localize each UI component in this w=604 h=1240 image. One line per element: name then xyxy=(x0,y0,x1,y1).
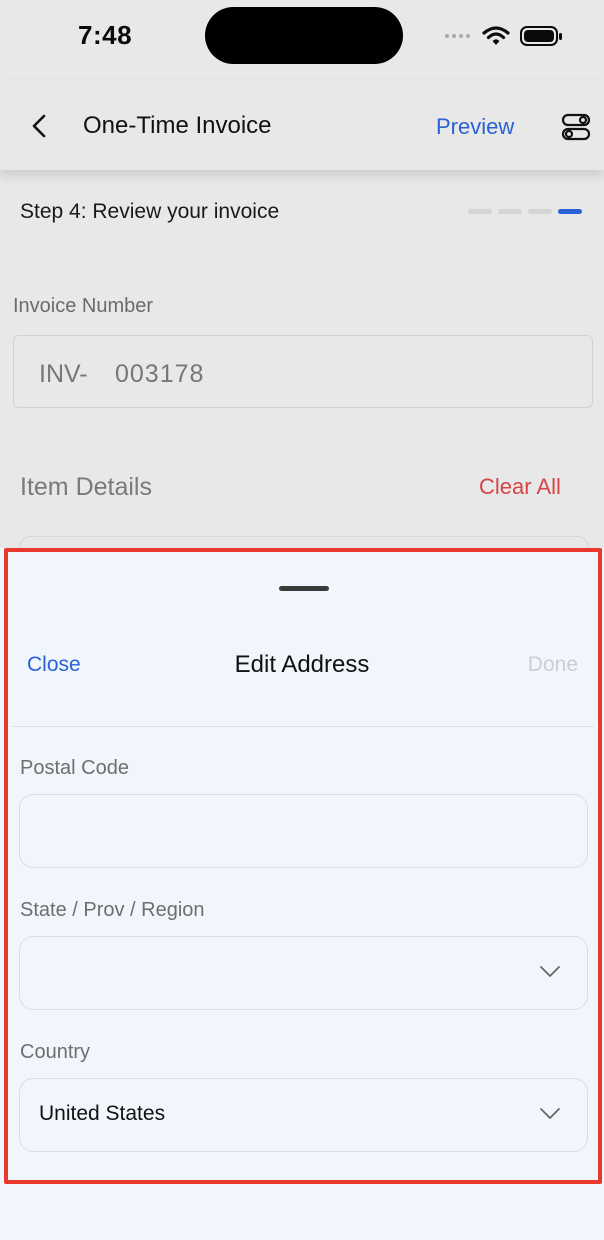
invoice-number-value: 003178 xyxy=(115,360,205,388)
step-indicator: Step 4: Review your invoice xyxy=(20,200,584,228)
step-dot xyxy=(468,209,492,214)
sheet-header: Close Edit Address Done xyxy=(0,636,604,696)
invoice-prefix: INV- xyxy=(39,360,88,388)
step-dot xyxy=(498,209,522,214)
clear-all-button[interactable]: Clear All xyxy=(479,474,561,500)
sheet-drag-handle[interactable] xyxy=(279,586,329,591)
country-select[interactable]: United States xyxy=(19,1078,588,1152)
back-icon[interactable] xyxy=(26,112,52,140)
divider xyxy=(12,726,594,727)
page-title: One-Time Invoice xyxy=(83,112,272,139)
step-dot xyxy=(528,209,552,214)
chevron-down-icon xyxy=(540,966,560,977)
status-bar: 7:48 xyxy=(0,0,604,80)
toggles-icon[interactable] xyxy=(561,112,591,142)
step-dot-active xyxy=(558,209,582,214)
nav-header: One-Time Invoice Preview xyxy=(0,80,604,170)
sheet-title: Edit Address xyxy=(234,651,370,678)
state-select[interactable] xyxy=(19,936,588,1010)
state-label: State / Prov / Region xyxy=(20,899,205,921)
step-label: Step 4: Review your invoice xyxy=(20,200,280,223)
country-value: United States xyxy=(39,1102,166,1125)
status-indicators xyxy=(445,24,564,48)
invoice-number-field[interactable]: INV- 003178 xyxy=(13,335,593,408)
signal-icon xyxy=(445,34,470,38)
status-time: 7:48 xyxy=(78,20,133,50)
country-label: Country xyxy=(20,1041,91,1063)
dynamic-island xyxy=(205,7,403,64)
preview-button[interactable]: Preview xyxy=(436,114,514,140)
edit-address-sheet: Close Edit Address Done Postal Code Stat… xyxy=(0,548,604,1240)
wifi-icon xyxy=(482,26,510,45)
chevron-down-icon xyxy=(540,1108,560,1119)
invoice-number-label: Invoice Number xyxy=(13,295,154,317)
postal-code-label: Postal Code xyxy=(20,757,129,779)
battery-icon xyxy=(520,26,562,46)
step-progress xyxy=(468,209,582,214)
postal-code-input[interactable] xyxy=(19,794,588,868)
item-details-heading: Item Details xyxy=(20,473,152,501)
done-button[interactable]: Done xyxy=(528,653,578,677)
